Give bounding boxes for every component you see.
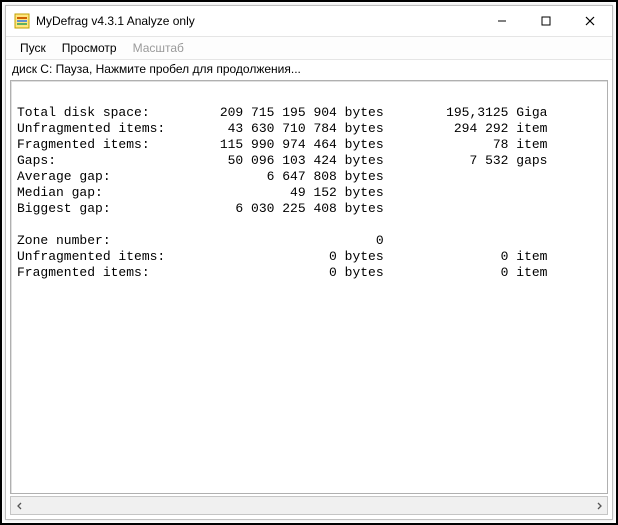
window-title: MyDefrag v4.3.1 Analyze only xyxy=(36,14,195,28)
titlebar: MyDefrag v4.3.1 Analyze only xyxy=(6,6,612,37)
close-button[interactable] xyxy=(568,6,612,36)
app-icon xyxy=(14,13,30,29)
scrollbar-track[interactable] xyxy=(28,497,590,514)
report-text: Total disk space: 209 715 195 904 bytes … xyxy=(11,81,607,493)
scroll-right-arrow-icon[interactable] xyxy=(590,498,607,513)
report-panel: Total disk space: 209 715 195 904 bytes … xyxy=(10,80,608,494)
horizontal-scrollbar[interactable] xyxy=(10,496,608,515)
status-line: диск C: Пауза, Нажмите пробел для продол… xyxy=(6,60,612,80)
menu-start[interactable]: Пуск xyxy=(12,39,54,57)
scroll-left-arrow-icon[interactable] xyxy=(11,498,28,513)
minimize-button[interactable] xyxy=(480,6,524,36)
maximize-button[interactable] xyxy=(524,6,568,36)
menu-view[interactable]: Просмотр xyxy=(54,39,125,57)
menu-zoom: Масштаб xyxy=(125,39,192,57)
menubar: Пуск Просмотр Масштаб xyxy=(6,37,612,60)
